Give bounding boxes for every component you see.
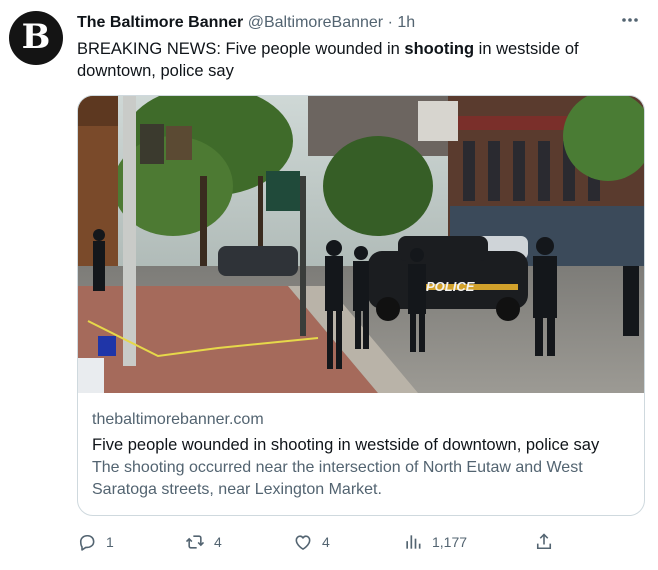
- link-card[interactable]: POLICE thebaltimorebanner.com Five peopl…: [77, 95, 645, 516]
- card-meta: thebaltimorebanner.com Five people wound…: [92, 409, 632, 501]
- action-bar: 1 4 4 1,177: [77, 530, 645, 554]
- views-count: 1,177: [432, 534, 468, 550]
- views-icon: [406, 535, 421, 549]
- reply-count: 1: [106, 534, 114, 550]
- reply-icon: [79, 534, 95, 551]
- tweet-text-bold: shooting: [404, 40, 475, 58]
- timestamp[interactable]: 1h: [397, 14, 415, 31]
- heart-icon: [295, 535, 311, 550]
- share-button[interactable]: [534, 530, 554, 554]
- more-horizontal-icon: [622, 18, 638, 22]
- tweet-text: BREAKING NEWS: Five people wounded in sh…: [77, 38, 637, 82]
- news-photo[interactable]: POLICE: [78, 96, 645, 393]
- avatar[interactable]: B: [9, 11, 63, 65]
- card-domain[interactable]: thebaltimorebanner.com: [92, 409, 632, 431]
- author-name[interactable]: The Baltimore Banner: [77, 14, 243, 31]
- card-title[interactable]: Five people wounded in shooting in wests…: [92, 434, 632, 456]
- tweet[interactable]: B The Baltimore Banner @BaltimoreBanner …: [0, 0, 658, 570]
- share-icon: [536, 533, 552, 550]
- reply-button[interactable]: 1: [77, 530, 114, 554]
- like-count: 4: [322, 534, 330, 550]
- avatar-logo-letter: B: [21, 17, 51, 57]
- retweet-icon: [185, 535, 205, 549]
- tweet-text-start: BREAKING NEWS: Five people wounded in: [77, 40, 405, 58]
- police-car-lettering: POLICE: [426, 279, 475, 294]
- retweet-count: 4: [214, 534, 222, 550]
- like-button[interactable]: 4: [293, 530, 330, 554]
- retweet-button[interactable]: 4: [185, 530, 222, 554]
- author-handle[interactable]: @BaltimoreBanner: [248, 14, 383, 31]
- card-description: The shooting occurred near the intersect…: [92, 459, 583, 498]
- tweet-header: The Baltimore Banner @BaltimoreBanner · …: [77, 13, 415, 33]
- separator-dot: ·: [387, 14, 393, 31]
- more-options-button[interactable]: [620, 10, 640, 35]
- views-button[interactable]: 1,177: [403, 530, 467, 554]
